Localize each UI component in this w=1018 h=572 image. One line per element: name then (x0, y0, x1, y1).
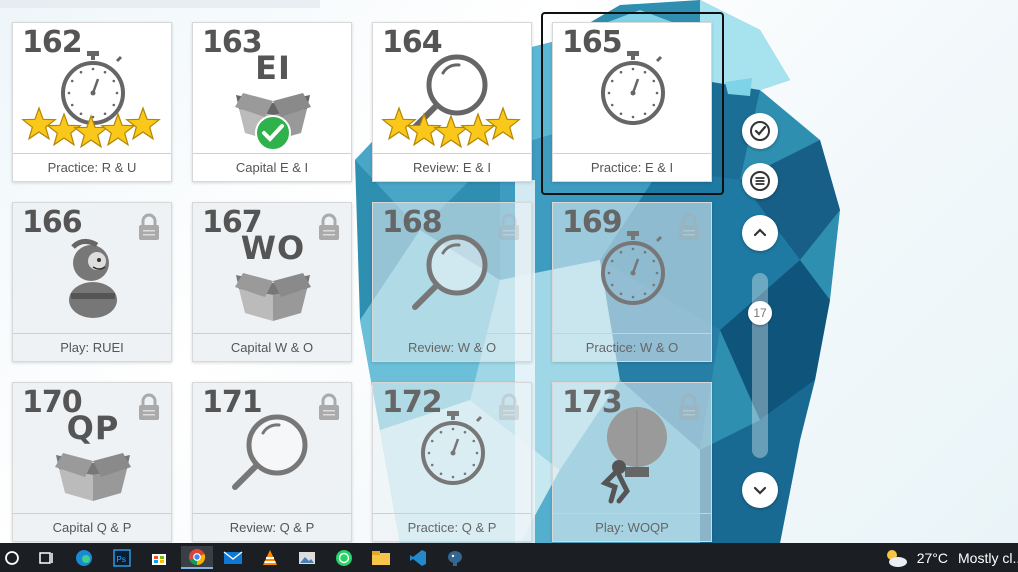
svg-text:Ps: Ps (117, 555, 126, 564)
completed-check-icon (255, 115, 291, 151)
chevron-down-icon (753, 486, 767, 495)
lesson-label: Review: E & I (373, 153, 531, 181)
lesson-card-172[interactable]: 172 Practice: Q & P (372, 382, 532, 542)
store-button[interactable] (147, 546, 171, 569)
chevron-up-icon (753, 228, 767, 237)
lesson-label: Capital Q & P (13, 513, 171, 541)
lesson-card-171[interactable]: 171 Review: Q & P (192, 382, 352, 542)
stopwatch-icon (421, 411, 485, 485)
whatsapp-icon (336, 549, 352, 566)
mail-button[interactable] (221, 546, 245, 569)
weather-text: Mostly cl... (958, 549, 1018, 566)
vlc-button[interactable] (258, 546, 282, 569)
task-view-icon (39, 551, 53, 564)
weather-temp: 27°C (916, 549, 948, 566)
balloon-icon (600, 407, 667, 504)
weather-widget[interactable]: 27°C Mostly cl... (883, 543, 1018, 572)
lesson-card-169[interactable]: 169 Practice: W & O (552, 202, 712, 362)
lock-icon (679, 213, 699, 240)
menu-icon (750, 171, 770, 191)
check-circle-button[interactable] (742, 113, 778, 149)
lesson-label: Review: W & O (373, 333, 531, 361)
vscode-icon (410, 549, 426, 566)
lesson-label: Practice: R & U (13, 153, 171, 181)
lesson-icon-wrap (13, 45, 173, 153)
lesson-label: Capital E & I (193, 153, 351, 181)
scroll-down-button[interactable] (742, 472, 778, 508)
lesson-icon-wrap (373, 405, 533, 513)
chrome-icon (189, 548, 206, 565)
whatsapp-button[interactable] (332, 546, 356, 569)
magnifier-icon (412, 234, 488, 310)
lesson-card-162[interactable]: 162 Practice: R & U (12, 22, 172, 182)
scroll-thumb[interactable]: 17 (748, 301, 772, 325)
menu-button[interactable] (742, 163, 778, 199)
photos-icon (299, 551, 315, 564)
lesson-card-170[interactable]: 170 QP Capital Q & P (12, 382, 172, 542)
photoshop-button[interactable]: Ps (110, 546, 134, 569)
file-explorer-icon (372, 550, 390, 565)
store-icon (152, 553, 166, 565)
lock-icon (499, 393, 519, 420)
lesson-label: Practice: Q & P (373, 513, 531, 541)
partly-cloudy-icon (886, 549, 907, 567)
lock-icon (139, 393, 159, 420)
photos-button[interactable] (295, 546, 319, 569)
vlc-icon (263, 549, 277, 565)
vscode-button[interactable] (406, 546, 430, 569)
lock-icon (319, 213, 339, 240)
lesson-label: Play: RUEI (13, 333, 171, 361)
box-letters: EI (255, 49, 291, 87)
lesson-label: Practice: W & O (553, 333, 711, 361)
lesson-label: Capital W & O (193, 333, 351, 361)
lesson-label: Play: WOQP (553, 513, 711, 541)
file-explorer-button[interactable] (369, 546, 393, 569)
lesson-label: Review: Q & P (193, 513, 351, 541)
lesson-icon-wrap (13, 225, 173, 333)
stopwatch-icon (601, 231, 665, 305)
five-star-rating (381, 106, 521, 149)
start-button[interactable] (0, 546, 24, 569)
lesson-icon-wrap (553, 225, 713, 333)
postgres-icon (448, 550, 462, 566)
lesson-card-163[interactable]: 163 EI Capital E & I (192, 22, 352, 182)
lock-icon (679, 393, 699, 420)
lock-icon (139, 213, 159, 240)
five-star-rating (21, 106, 161, 149)
magnifier-icon (232, 414, 308, 490)
lesson-card-168[interactable]: 168 Review: W & O (372, 202, 532, 362)
lesson-card-166[interactable]: 166 Play: RUEI (12, 202, 172, 362)
mail-icon (223, 550, 243, 564)
lesson-icon-wrap (193, 405, 353, 513)
start-icon (5, 550, 19, 565)
lesson-icon-wrap (373, 225, 533, 333)
photoshop-icon: Ps (113, 548, 131, 567)
top-strip (0, 0, 320, 8)
task-view-button[interactable] (34, 546, 58, 569)
lesson-icon-wrap (553, 405, 713, 513)
postgres-button[interactable] (443, 546, 467, 569)
character-icon (69, 239, 117, 318)
lesson-icon-wrap (373, 45, 533, 153)
lock-icon (319, 393, 339, 420)
lock-icon (499, 213, 519, 240)
chrome-button[interactable] (181, 546, 213, 569)
scroll-up-button[interactable] (742, 215, 778, 251)
selected-card-frame (541, 12, 724, 195)
taskbar: Ps 27°C Mostly cl... (0, 543, 1018, 572)
lesson-card-164[interactable]: 164 Review: E & I (372, 22, 532, 182)
edge-button[interactable] (72, 546, 96, 569)
edge-icon (76, 549, 92, 566)
check-circle-icon (750, 121, 770, 141)
lesson-card-173[interactable]: 173 Play: WOQP (552, 382, 712, 542)
lesson-card-167[interactable]: 167 WO Capital W & O (192, 202, 352, 362)
